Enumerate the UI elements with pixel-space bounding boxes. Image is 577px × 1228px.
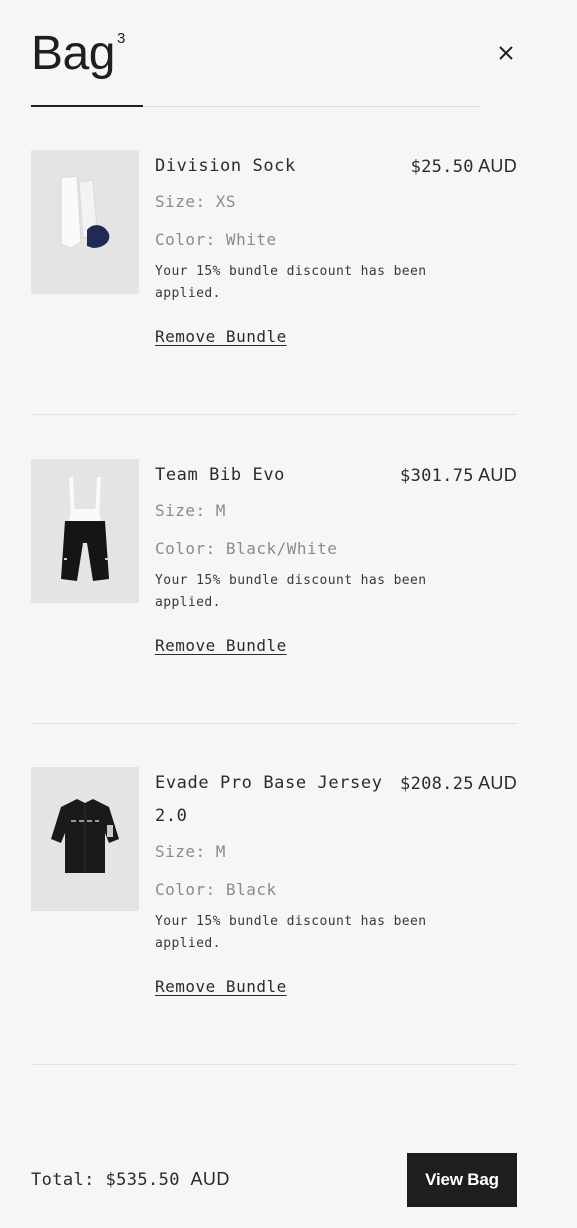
item-color: Color: Black [155, 880, 277, 899]
total-currency: AUD [190, 1169, 230, 1189]
remove-bundle-link[interactable]: Remove Bundle [155, 977, 287, 996]
remove-bundle-link[interactable]: Remove Bundle [155, 636, 287, 655]
header-active-underline [31, 105, 143, 107]
price-amount: $25.50 [410, 157, 474, 177]
item-price: $208.25 AUD [400, 767, 517, 801]
item-price: $25.50 AUD [411, 150, 517, 184]
price-currency: AUD [478, 465, 517, 485]
item-size: Size: M [155, 501, 226, 520]
item-color: Color: White [155, 230, 277, 249]
price-amount: $208.25 [400, 774, 474, 794]
price-amount: $301.75 [400, 466, 474, 486]
item-divider [31, 1064, 517, 1065]
product-image-bib[interactable] [31, 459, 139, 603]
item-color: Color: Black/White [155, 539, 338, 558]
bag-drawer: Bag 3 Division Sock $25.50 AUD Size: XS [0, 0, 577, 1228]
view-bag-button[interactable]: View Bag [407, 1153, 517, 1207]
cart-item: Evade Pro Base Jersey 2.0 $208.25 AUD Si… [31, 767, 517, 1007]
cart-item: Division Sock $25.50 AUD Size: XS Color:… [31, 150, 517, 360]
bag-total: Total: $535.50 AUD [31, 1167, 230, 1192]
item-price: $301.75 AUD [400, 459, 517, 493]
item-divider [31, 414, 517, 415]
item-details: Evade Pro Base Jersey 2.0 $208.25 AUD Si… [155, 767, 517, 996]
item-details: Division Sock $25.50 AUD Size: XS Color:… [155, 150, 517, 346]
item-divider [31, 723, 517, 724]
cart-item: Team Bib Evo $301.75 AUD Size: M Color: … [31, 459, 517, 669]
price-currency: AUD [478, 156, 517, 176]
bag-count-badge: 3 [117, 30, 126, 47]
item-details: Team Bib Evo $301.75 AUD Size: M Color: … [155, 459, 517, 655]
item-name[interactable]: Division Sock [155, 150, 390, 183]
product-image-sock[interactable] [31, 150, 139, 294]
item-size: Size: XS [155, 192, 237, 211]
total-amount: Total: $535.50 [31, 1170, 180, 1190]
product-image-jersey[interactable] [31, 767, 139, 911]
close-icon[interactable] [495, 42, 517, 64]
discount-note: Your 15% bundle discount has been applie… [155, 264, 427, 301]
price-currency: AUD [478, 773, 517, 793]
remove-bundle-link[interactable]: Remove Bundle [155, 327, 287, 346]
discount-note: Your 15% bundle discount has been applie… [155, 573, 427, 610]
bag-header: Bag 3 [31, 26, 125, 82]
discount-note: Your 15% bundle discount has been applie… [155, 914, 427, 951]
item-size: Size: M [155, 842, 226, 861]
page-title: Bag [31, 27, 115, 80]
item-name[interactable]: Team Bib Evo [155, 459, 390, 492]
item-name[interactable]: Evade Pro Base Jersey 2.0 [155, 767, 390, 833]
